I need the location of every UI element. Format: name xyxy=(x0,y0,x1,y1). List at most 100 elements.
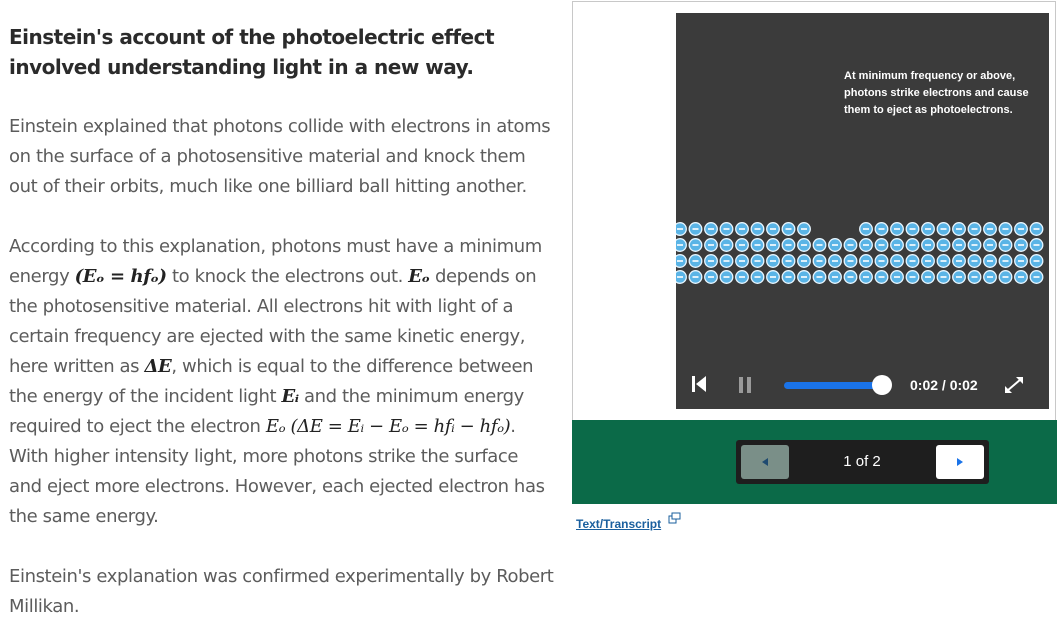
electron-charge-mark xyxy=(894,260,900,262)
video-controls: 0:02 / 0:02 xyxy=(676,362,1049,409)
triangle-right-icon xyxy=(957,458,963,466)
electron-charge-mark xyxy=(956,244,962,246)
skip-back-icon[interactable] xyxy=(691,374,707,394)
next-button[interactable] xyxy=(936,445,984,479)
fullscreen-icon[interactable] xyxy=(1004,376,1024,394)
electron-charge-mark xyxy=(971,244,978,246)
electron-charge-mark xyxy=(863,244,869,246)
electron-charge-mark xyxy=(677,276,683,278)
time-display: 0:02 / 0:02 xyxy=(910,377,978,393)
electron-charge-mark xyxy=(847,244,854,246)
electron-charge-mark xyxy=(692,228,699,230)
paragraph-1: Einstein explained that photons collide … xyxy=(9,116,551,197)
electron-charge-mark xyxy=(723,228,730,230)
electron-charge-mark xyxy=(739,244,745,246)
electron-charge-mark xyxy=(739,228,745,230)
electron-charge-mark xyxy=(1002,228,1009,230)
electron-charge-mark xyxy=(785,260,792,262)
previous-button[interactable] xyxy=(741,445,789,479)
electron-charge-mark xyxy=(708,276,714,278)
pause-icon[interactable] xyxy=(738,375,752,395)
symbol-e-i: Eᵢ xyxy=(281,386,299,407)
electron-charge-mark xyxy=(909,244,916,246)
electron-charge-mark xyxy=(847,260,854,262)
electron-charge-mark xyxy=(925,244,931,246)
seek-bar[interactable] xyxy=(784,382,882,389)
electron-charge-mark xyxy=(723,260,730,262)
electron-charge-mark xyxy=(925,276,931,278)
electron-charge-mark xyxy=(754,244,761,246)
electron-charge-mark xyxy=(909,228,916,230)
electron-charge-mark xyxy=(894,276,900,278)
electron-charge-mark xyxy=(878,276,885,278)
electron-charge-mark xyxy=(677,228,683,230)
electron-charge-mark xyxy=(692,260,699,262)
electron-charge-mark xyxy=(971,276,978,278)
electron-charge-mark xyxy=(770,276,776,278)
electron-charge-mark xyxy=(801,228,807,230)
seek-handle[interactable] xyxy=(872,375,892,395)
article-heading: Einstein's account of the photoelectric … xyxy=(9,25,495,79)
electron-charge-mark xyxy=(816,276,823,278)
electron-charge-mark xyxy=(863,276,869,278)
electron-charge-mark xyxy=(878,244,885,246)
electron-charge-mark xyxy=(925,228,931,230)
electron-charge-mark xyxy=(1018,260,1024,262)
electron-charge-mark xyxy=(801,276,807,278)
p2-text-b: to knock the electrons out. xyxy=(166,266,409,287)
electron-charge-mark xyxy=(925,260,931,262)
electron-charge-mark xyxy=(739,276,745,278)
electron-charge-mark xyxy=(723,276,730,278)
electron-charge-mark xyxy=(1018,228,1024,230)
electron-charge-mark xyxy=(878,228,885,230)
equation-kinetic-energy: Eₒ (ΔE = Eᵢ − Eₒ = hfᵢ − hfₒ) xyxy=(265,416,511,437)
electron-charge-mark xyxy=(801,260,807,262)
electron-charge-mark xyxy=(754,260,761,262)
electron-charge-mark xyxy=(770,260,776,262)
electron-charge-mark xyxy=(1002,260,1009,262)
electron-charge-mark xyxy=(708,228,714,230)
electron-charge-mark xyxy=(1033,260,1040,262)
electron-charge-mark xyxy=(1033,244,1040,246)
triangle-left-icon xyxy=(762,458,768,466)
electron-charge-mark xyxy=(770,228,776,230)
electron-charge-mark xyxy=(940,276,947,278)
electron-charge-mark xyxy=(971,228,978,230)
electron-charge-mark xyxy=(909,260,916,262)
electron-charge-mark xyxy=(1002,276,1009,278)
paragraph-3: Einstein's explanation was confirmed exp… xyxy=(9,566,554,617)
electron-charge-mark xyxy=(1033,228,1040,230)
electron-charge-mark xyxy=(987,244,993,246)
electron-charge-mark xyxy=(987,228,993,230)
electron-charge-mark xyxy=(940,260,947,262)
electron-charge-mark xyxy=(1002,244,1009,246)
symbol-e-o: Eₒ xyxy=(408,266,430,287)
electron-charge-mark xyxy=(708,260,714,262)
electron-grid xyxy=(676,222,1044,284)
electron-charge-mark xyxy=(723,244,730,246)
page-indicator: 1 of 2 xyxy=(843,453,881,470)
paragraph-2: According to this explanation, photons m… xyxy=(9,232,554,532)
electron-charge-mark xyxy=(1018,244,1024,246)
equation-min-energy: (Eₒ = hfₒ) xyxy=(74,266,167,287)
electron-charge-mark xyxy=(909,276,916,278)
electron-charge-mark xyxy=(1018,276,1024,278)
electron-charge-mark xyxy=(692,244,699,246)
electron-charge-mark xyxy=(956,260,962,262)
electron-charge-mark xyxy=(863,260,869,262)
video-caption: At minimum frequency or above, photons s… xyxy=(844,70,1029,116)
electron-charge-mark xyxy=(785,276,792,278)
electron-charge-mark xyxy=(801,244,807,246)
video-player[interactable]: At minimum frequency or above, photons s… xyxy=(676,13,1049,409)
electron-charge-mark xyxy=(863,228,869,230)
electron-charge-mark xyxy=(832,260,838,262)
electron-charge-mark xyxy=(971,260,978,262)
transcript-link[interactable]: Text/Transcript xyxy=(576,517,661,531)
electron-charge-mark xyxy=(956,276,962,278)
electron-charge-mark xyxy=(956,228,962,230)
electron-charge-mark xyxy=(940,228,947,230)
electron-charge-mark xyxy=(785,228,792,230)
electron-charge-mark xyxy=(940,244,947,246)
electron-charge-mark xyxy=(832,276,838,278)
external-window-icon[interactable] xyxy=(668,512,681,524)
